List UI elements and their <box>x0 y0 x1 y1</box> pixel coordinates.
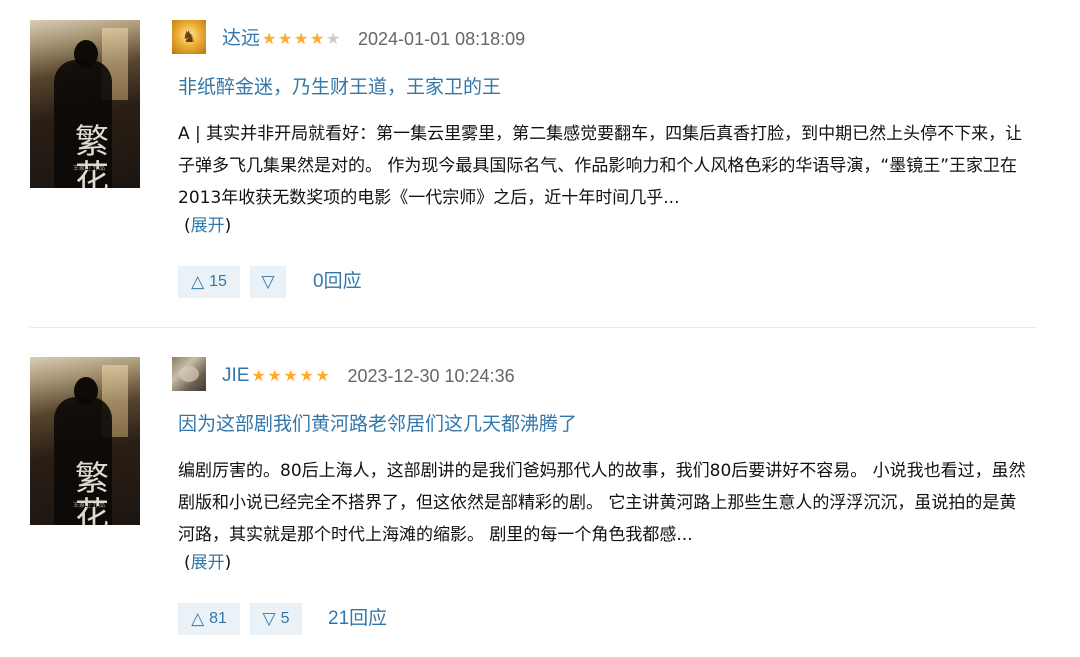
rating-stars: ★ ★ ★ ★ ★ <box>251 368 331 384</box>
star-icon: ★ <box>310 29 325 48</box>
expand-toggle: (展开) <box>184 549 231 577</box>
upvote-button[interactable]: △ 15 <box>178 266 240 298</box>
downvote-button[interactable]: ▽ <box>250 266 286 298</box>
expand-paren-close: ) <box>224 553 232 573</box>
review-meta: JIE ★ ★ ★ ★ ★ 2023-12-30 10:24:36 <box>222 363 515 389</box>
upvote-count: 15 <box>209 273 227 290</box>
expand-paren-open: ( <box>184 216 191 236</box>
poster-title-art: 繁花 <box>75 459 109 525</box>
avatar-figure-icon: ♞ <box>181 27 197 46</box>
star-icon: ★ <box>299 366 314 385</box>
review-title-link[interactable]: 非纸醉金迷，乃生财王道，王家卫的王 <box>178 73 501 101</box>
star-icon: ★ <box>315 366 330 385</box>
expand-toggle: (展开) <box>184 212 231 240</box>
star-icon: ★ <box>267 366 282 385</box>
star-icon: ★ <box>283 366 298 385</box>
poster-thumbnail[interactable]: 繁花 王家卫 作品 <box>30 357 140 525</box>
downvote-count: 5 <box>280 610 290 627</box>
upvote-icon: △ <box>191 272 205 291</box>
review-title-link[interactable]: 因为这部剧我们黄河路老邻居们这几天都沸腾了 <box>178 410 577 438</box>
rating-stars: ★ ★ ★ ★ ★ <box>262 31 342 47</box>
star-icon: ★ <box>294 29 309 48</box>
star-icon: ★ <box>278 29 293 48</box>
star-icon: ★ <box>251 366 266 385</box>
poster-subtitle-art: 王家卫 作品 <box>73 502 105 509</box>
review-excerpt: 编剧厉害的。80后上海人，这部剧讲的是我们爸妈那代人的故事，我们80后要讲好不容… <box>178 461 1026 545</box>
review-timestamp[interactable]: 2023-12-30 10:24:36 <box>347 363 514 389</box>
username-link[interactable]: 达远 <box>222 26 260 52</box>
star-icon: ★ <box>326 29 341 48</box>
review-timestamp[interactable]: 2024-01-01 08:18:09 <box>358 26 525 52</box>
upvote-icon: △ <box>191 609 205 628</box>
expand-link[interactable]: 展开 <box>191 216 225 236</box>
poster-title-art: 繁花 <box>75 122 109 188</box>
expand-link[interactable]: 展开 <box>191 553 225 573</box>
expand-paren-close: ) <box>224 216 232 236</box>
poster-thumbnail[interactable]: 繁花 王家卫 作品 <box>30 20 140 188</box>
expand-paren-open: ( <box>184 553 191 573</box>
downvote-icon: ▽ <box>261 272 275 291</box>
username-link[interactable]: JIE <box>222 363 249 389</box>
upvote-count: 81 <box>209 610 227 627</box>
star-icon: ★ <box>262 29 277 48</box>
avatar-photo-icon <box>179 366 199 382</box>
reply-link[interactable]: 21回应 <box>328 603 387 635</box>
review-excerpt: A | 其实并非开局就看好：第一集云里雾里，第二集感觉要翻车，四集后真香打脸，到… <box>178 124 1023 208</box>
upvote-button[interactable]: △ 81 <box>178 603 240 635</box>
avatar[interactable] <box>172 357 206 391</box>
poster-subtitle-art: 王家卫 作品 <box>73 165 105 172</box>
review-meta: 达远 ★ ★ ★ ★ ★ 2024-01-01 08:18:09 <box>222 26 525 52</box>
downvote-icon: ▽ <box>262 609 276 628</box>
reply-link[interactable]: 0回应 <box>313 266 362 298</box>
review-divider <box>30 327 1036 328</box>
avatar[interactable]: ♞ <box>172 20 206 54</box>
downvote-button[interactable]: ▽ 5 <box>250 603 302 635</box>
